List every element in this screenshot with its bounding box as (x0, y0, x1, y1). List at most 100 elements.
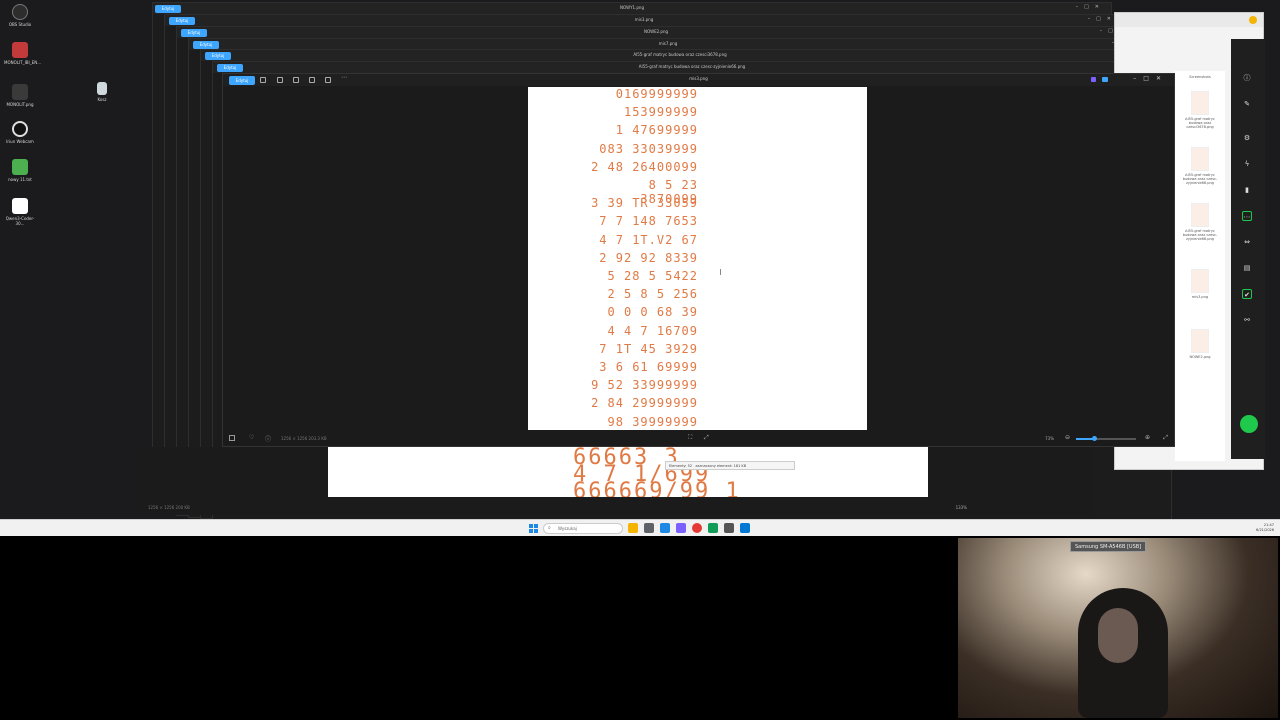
desktop-icon-label: Iriun Webcam (6, 139, 34, 144)
fullscreen-icon[interactable]: ⤢ (704, 434, 709, 442)
filmstrip-icon[interactable] (229, 435, 235, 441)
taskbar-search[interactable]: Wyszukaj (543, 523, 623, 534)
taskbar-app-icon[interactable] (724, 523, 734, 533)
back-image-text: 66663 3 4 7 1/699 666669/99 1 (573, 447, 741, 498)
image-canvas[interactable]: 0169999999 153999999 1 47699999 083 3303999… (528, 87, 867, 430)
taskbar-app-photos-icon[interactable] (740, 523, 750, 533)
window-title: mis7.png (658, 41, 678, 46)
taskbar-app-icon[interactable] (708, 523, 718, 533)
zoom-level[interactable]: 73% (1045, 436, 1054, 441)
app-icon[interactable] (1091, 77, 1096, 82)
file-item[interactable]: NOWE2.png (1179, 329, 1221, 359)
file-item[interactable]: mis3.png (1179, 269, 1221, 299)
desktop-icon-label: Qwen3-Coder-30... (5, 216, 35, 226)
zoom-in-icon[interactable]: ⊕ (1145, 434, 1150, 441)
back-image-line: 666669/99 1 (573, 479, 741, 498)
window-controls[interactable]: –□✕ (1088, 16, 1117, 22)
taskbar-app-icon[interactable] (676, 523, 686, 533)
desktop-icon-archive[interactable]: MONOLIT_IBI_EN... (4, 42, 41, 65)
onedrive-icon[interactable] (1102, 77, 1108, 82)
explorer-status-strip: Elementy: 52 zaznaczony element: 181 KB (665, 461, 795, 470)
mouse-cursor-icon (720, 269, 724, 275)
browser-toolbar (1115, 13, 1263, 27)
document-icon (12, 198, 28, 214)
info-icon[interactable]: ⓘ (1242, 73, 1252, 83)
front-window-titlebar: Edytuj ⋯ mis3.png –□✕ (223, 74, 1174, 86)
notepad-icon (12, 159, 28, 175)
start-button[interactable] (529, 524, 538, 533)
zoom-out-icon[interactable]: ⊖ (1065, 434, 1070, 441)
expand-icon[interactable]: ⤢ (1163, 434, 1168, 442)
zoom-level[interactable]: 133% (956, 505, 967, 510)
image-number-row: 3 39 TR 33059 (591, 196, 698, 211)
file-label: mis3.png (1191, 295, 1209, 299)
print-icon[interactable]: ▤ (1242, 263, 1252, 273)
webcam-feed: Samsung SM-A546B [USB] (958, 538, 1278, 718)
gear-icon[interactable]: ⚙ (1242, 133, 1252, 143)
profile-avatar[interactable] (1249, 16, 1257, 24)
file-item[interactable]: AI55-graf matryc budowa oraz czesc-zyjni… (1179, 147, 1221, 185)
info-icon[interactable]: ⓘ (265, 434, 271, 443)
pen-icon[interactable]: ✎ (1242, 99, 1252, 109)
window-controls[interactable]: –□✕ (1076, 4, 1105, 10)
system-tray[interactable]: 21:47 6/21/2026 (1256, 523, 1274, 533)
taskbar-app-explorer-icon[interactable] (628, 523, 638, 533)
desktop-icon-notepad[interactable]: nowy 11.txt (4, 159, 36, 182)
window-title: NOWE2.png (643, 29, 669, 34)
file-thumbnail (1191, 147, 1209, 171)
search-icon: ⌕ (548, 525, 551, 531)
image-number-row: 4 4 7 16709 (607, 323, 698, 338)
desktop-icon-label: Kosz (97, 97, 107, 102)
taskbar-app-icon[interactable] (644, 523, 654, 533)
obs-icon (12, 4, 28, 20)
assistant-button-icon[interactable] (1240, 415, 1258, 433)
desktop-icon-label: MONOLIT_IBI_EN... (4, 60, 42, 65)
back-photo-window[interactable]: 66663 3 4 7 1/699 666669/99 1 Elementy: … (138, 447, 1095, 515)
link-icon[interactable]: ⇔ (1242, 237, 1252, 247)
bolt-icon[interactable]: ϟ (1242, 159, 1252, 169)
image-number-row: 9 52 33999999 (591, 378, 698, 393)
image-number-row: 153999999 (623, 105, 698, 120)
fit-icon[interactable]: ⛶ (688, 434, 692, 442)
webcam-device-label: Samsung SM-A546B [USB] (1070, 541, 1147, 552)
desktop-icon-image[interactable]: MONOLIT.png (4, 84, 36, 107)
desktop-icon-recycle-bin[interactable]: Kosz (86, 82, 118, 102)
file-thumbnail (1191, 91, 1209, 115)
file-thumbnail (1191, 269, 1209, 293)
file-item[interactable]: AI55-graf matryc budowa oraz czesci3678.… (1179, 91, 1221, 129)
window-title: NOWY1.png (620, 5, 644, 10)
desktop-icon-iriun[interactable]: Iriun Webcam (4, 121, 36, 144)
file-item[interactable]: Screenshots (1179, 75, 1221, 79)
window-titlebar: Edytuj AI55-graf matryc budowa oraz czes… (213, 62, 1171, 73)
front-photo-window[interactable]: Edytuj ⋯ mis3.png –□✕ 0169999999 15399999… (222, 73, 1175, 447)
taskbar-app-chrome-icon[interactable] (692, 523, 702, 533)
search-placeholder: Wyszukaj (558, 526, 577, 531)
zoom-slider[interactable] (1076, 436, 1136, 441)
trash-icon[interactable]: ▮ (1242, 185, 1252, 195)
chat-icon[interactable]: ⋯ (1242, 211, 1252, 221)
wrench-icon[interactable]: ✔ (1242, 289, 1252, 299)
image-number-row: 98 39999999 (607, 414, 698, 429)
share-icon[interactable]: ⚯ (1242, 315, 1252, 325)
webcam-app-icon (12, 121, 28, 137)
image-number-row: 2 5 8 5 256 (607, 287, 698, 302)
window-title: AI55-graf matryc budowa oraz czesci3678.… (633, 52, 727, 57)
zoom-slider-handle[interactable] (1092, 436, 1097, 441)
webcam-face (1098, 608, 1138, 663)
front-window-title: mis3.png (689, 76, 708, 81)
desktop-icon-qwen[interactable]: Qwen3-Coder-30... (4, 198, 36, 226)
file-item[interactable]: AI55-graf matryc budowa oraz czesc-zyjni… (1179, 203, 1221, 241)
image-info: 1256 × 1256 203.3 KB (281, 436, 327, 441)
desktop-icon-obs[interactable]: OBS Studio (4, 4, 36, 27)
image-number-row: 4 7 1T.V2 67 (599, 232, 698, 247)
image-info: 1256 × 1256 200 KB (148, 505, 190, 510)
file-label: AI55-graf matryc budowa oraz czesci3678.… (1185, 117, 1215, 129)
explorer-item-count: Elementy: 52 (669, 464, 693, 468)
window-controls[interactable]: –□✕ (1133, 75, 1168, 82)
heart-icon[interactable]: ♡ (249, 434, 254, 441)
desktop-icon-label: OBS Studio (8, 22, 32, 27)
image-number-row: 2 92 92 8339 (599, 250, 698, 265)
image-number-row: 7 7 148 7653 (599, 214, 698, 229)
taskbar-app-icon[interactable] (660, 523, 670, 533)
clock-date: 6/21/2026 (1256, 528, 1274, 532)
